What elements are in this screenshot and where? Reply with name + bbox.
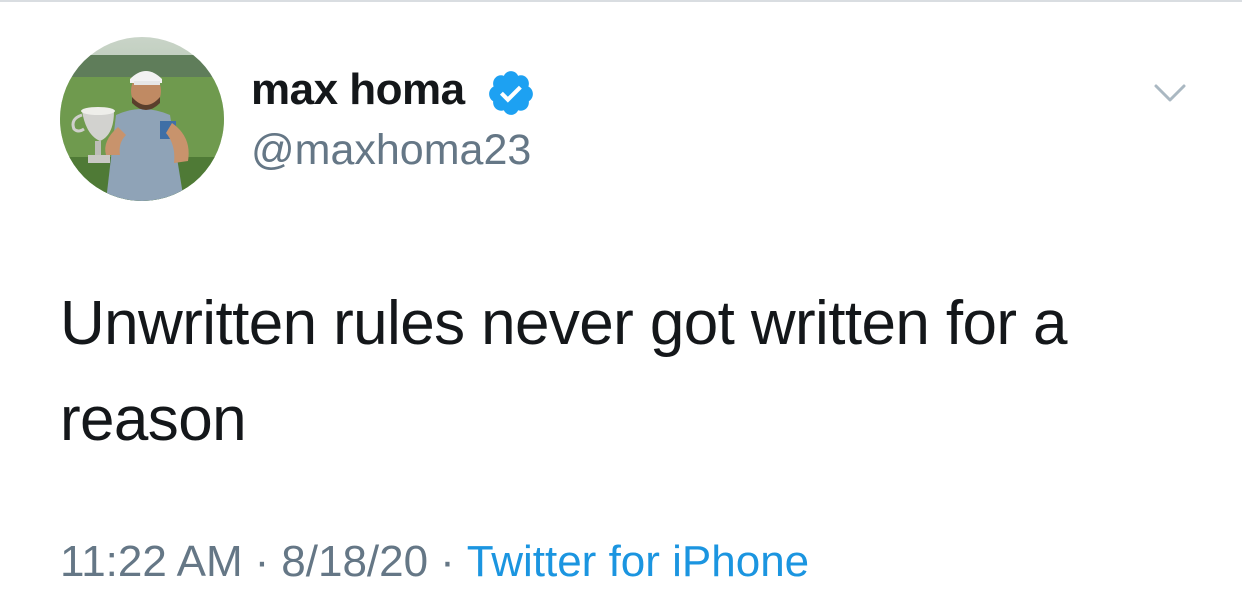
- author-handle[interactable]: @maxhoma23: [251, 124, 531, 176]
- chevron-down-icon[interactable]: [1150, 72, 1190, 112]
- meta-separator: ·: [254, 537, 270, 586]
- tweet-text: Unwritten rules never got written for a …: [60, 289, 1068, 454]
- tweet-time[interactable]: 11:22 AM: [60, 537, 243, 586]
- tweet-meta: 11:22 AM · 8/18/20 · Twitter for iPhone: [60, 534, 809, 590]
- tweet-source-link[interactable]: Twitter for iPhone: [467, 537, 809, 586]
- author-display-name[interactable]: max homa: [251, 64, 465, 116]
- avatar[interactable]: [60, 37, 224, 201]
- tweet-date[interactable]: 8/18/20: [281, 537, 428, 586]
- avatar-photo: [60, 37, 224, 201]
- verified-badge-icon: [489, 71, 533, 115]
- top-divider: [0, 0, 1242, 2]
- meta-separator: ·: [440, 537, 455, 586]
